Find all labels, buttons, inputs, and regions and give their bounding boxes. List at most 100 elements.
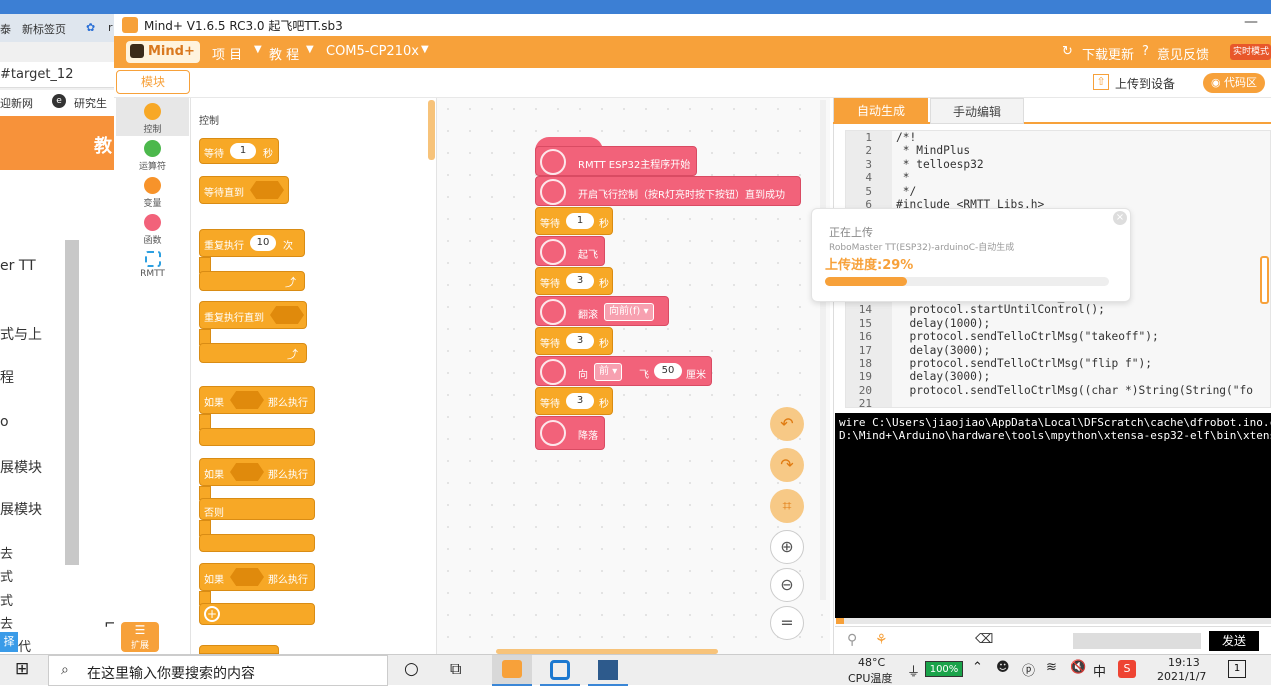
code-line[interactable]: 21: [846, 397, 1253, 410]
menu-tutorial[interactable]: 教 程: [269, 44, 299, 63]
web-link[interactable]: 去: [0, 613, 13, 632]
tab-module[interactable]: 模块: [116, 70, 190, 94]
palette-block-if-mutable[interactable]: 如果 那么执行: [199, 563, 315, 591]
block-rmtt-start[interactable]: RMTT ESP32主程序开始: [535, 146, 697, 176]
palette-block-wait-until[interactable]: 等待直到: [199, 176, 289, 204]
block-input[interactable]: 1: [230, 143, 256, 159]
add-branch-icon[interactable]: +: [204, 606, 220, 622]
input-language[interactable]: 中: [1093, 661, 1106, 680]
condition-slot[interactable]: [250, 181, 284, 199]
zoom-in-button[interactable]: ⊕: [770, 530, 804, 564]
web-link[interactable]: 式与上: [0, 324, 42, 344]
redo-button[interactable]: ↷: [770, 448, 804, 482]
palette-block-repeat[interactable]: 重复执行 10 次: [199, 229, 305, 257]
code-line[interactable]: 18 protocol.sendTelloCtrlMsg("flip f");: [846, 357, 1253, 370]
usb-icon[interactable]: ⚲: [847, 632, 857, 648]
chevron-up-icon[interactable]: ⌃: [972, 660, 983, 675]
block-input[interactable]: 10: [250, 235, 276, 251]
extension-button[interactable]: ☰ 扩展: [121, 622, 159, 652]
code-scrollbar[interactable]: [1260, 256, 1269, 304]
send-button[interactable]: 发送: [1209, 631, 1259, 651]
console-scroll-thumb[interactable]: [836, 618, 844, 624]
block-input[interactable]: 3: [566, 333, 594, 349]
zoom-out-button[interactable]: ⊖: [770, 568, 804, 602]
tab-manual-edit[interactable]: 手动编辑: [930, 98, 1024, 124]
block-input[interactable]: 3: [566, 273, 594, 289]
condition-slot[interactable]: [230, 463, 264, 481]
web-link[interactable]: 式: [0, 566, 13, 585]
sogou-icon[interactable]: S: [1118, 660, 1136, 678]
block-takeoff[interactable]: 起飞: [535, 236, 605, 266]
block-move[interactable]: 向 前 ▾ 飞 50 厘米: [535, 356, 712, 386]
taskbar-app[interactable]: [540, 655, 580, 686]
bookmark[interactable]: 迎新网: [0, 95, 33, 111]
wifi-icon[interactable]: ≋: [1046, 660, 1057, 675]
code-line[interactable]: 1 /*!: [846, 131, 1044, 144]
feedback-button[interactable]: 意见反馈: [1157, 44, 1209, 63]
code-line[interactable]: 20 protocol.sendTelloCtrlMsg((char *)Str…: [846, 384, 1253, 397]
menu-project[interactable]: 项 目: [212, 44, 242, 63]
code-area-button[interactable]: ◉ 代码区: [1203, 73, 1265, 93]
block-land[interactable]: 降落: [535, 416, 605, 450]
taskbar-mindplus[interactable]: [492, 655, 532, 686]
move-direction-dropdown[interactable]: 前 ▾: [594, 363, 623, 381]
block-start-control[interactable]: 开启飞行控制（按R灯亮时按下按钮）直到成功: [535, 176, 801, 206]
code-line[interactable]: 14 protocol.startUntilControl();: [846, 303, 1253, 316]
web-badge[interactable]: 择: [0, 632, 18, 652]
close-icon[interactable]: ×: [1113, 211, 1127, 225]
battery-indicator[interactable]: 100%: [925, 661, 963, 677]
web-link[interactable]: 展模块: [0, 457, 42, 477]
minimize-icon[interactable]: —: [1244, 14, 1258, 30]
code-line[interactable]: 4 *: [846, 171, 1044, 184]
condition-slot[interactable]: [230, 391, 264, 409]
web-scrollbar[interactable]: [65, 240, 79, 565]
code-line[interactable]: 2 * MindPlus: [846, 144, 1044, 157]
web-link[interactable]: er TT: [0, 258, 36, 274]
realtime-mode-toggle[interactable]: 实时模式: [1230, 44, 1271, 60]
console-hscrollbar[interactable]: [836, 618, 1271, 624]
clear-icon[interactable]: ⚘: [875, 632, 888, 648]
code-line[interactable]: 19 delay(3000);: [846, 370, 1253, 383]
tab-auto-generate[interactable]: 自动生成: [834, 98, 928, 124]
undo-button[interactable]: ↶: [770, 407, 804, 441]
pinyin-icon[interactable]: ⓟ: [1022, 660, 1035, 679]
crop-button[interactable]: ⌗: [770, 489, 804, 523]
code-line[interactable]: 16 protocol.sendTelloCtrlMsg("takeoff");: [846, 330, 1253, 343]
flip-direction-dropdown[interactable]: 向前(f) ▾: [604, 303, 654, 321]
palette-block-wait[interactable]: 等待 1 秒: [199, 138, 279, 164]
palette-block-repeat-until[interactable]: 重复执行直到: [199, 301, 307, 329]
web-link[interactable]: 代: [18, 636, 31, 655]
code-line[interactable]: 5 */: [846, 185, 1044, 198]
taskbar-search[interactable]: ⌕ 在这里输入你要搜索的内容: [48, 655, 388, 686]
block-wait-2[interactable]: 等待 3 秒: [535, 267, 613, 295]
block-wait-3[interactable]: 等待 3 秒: [535, 327, 613, 355]
code-line[interactable]: 3 * telloesp32: [846, 158, 1044, 171]
category-item[interactable]: 函数: [116, 212, 189, 248]
code-line[interactable]: 17 delay(3000);: [846, 344, 1253, 357]
windows-start-icon[interactable]: ⊞: [15, 659, 29, 679]
cortana-icon[interactable]: ○: [404, 659, 419, 679]
serial-console[interactable]: wire C:\Users\jiaojiao\AppData\Local\DFS…: [835, 413, 1271, 618]
upload-to-device-button[interactable]: 上传到设备: [1115, 75, 1175, 92]
zoom-reset-button[interactable]: =: [770, 606, 804, 640]
clock-time[interactable]: 19:13: [1168, 656, 1200, 669]
category-item[interactable]: 控制: [116, 101, 189, 137]
palette-block-if[interactable]: 如果 那么执行: [199, 386, 315, 414]
web-link[interactable]: 程: [0, 367, 14, 387]
block-input[interactable]: 3: [566, 393, 594, 409]
category-item[interactable]: 变量: [116, 175, 189, 211]
task-view-icon[interactable]: ⧉: [450, 659, 461, 679]
category-item[interactable]: RMTT: [116, 249, 189, 285]
eraser-icon[interactable]: ⌫: [975, 632, 993, 647]
condition-slot[interactable]: [270, 306, 304, 324]
web-link[interactable]: 式: [0, 590, 13, 609]
bookmark[interactable]: 研究生: [74, 95, 107, 111]
clock-date[interactable]: 2021/1/7: [1157, 670, 1206, 683]
qq-icon[interactable]: ☻: [996, 660, 1010, 675]
download-update-button[interactable]: 下载更新: [1082, 44, 1134, 63]
browser-tab[interactable]: r: [108, 21, 113, 34]
workspace-vscrollbar[interactable]: [820, 100, 826, 600]
taskbar-app[interactable]: [588, 655, 628, 686]
web-link[interactable]: 去: [0, 543, 13, 562]
block-flip[interactable]: 翻滚 向前(f) ▾: [535, 296, 669, 326]
